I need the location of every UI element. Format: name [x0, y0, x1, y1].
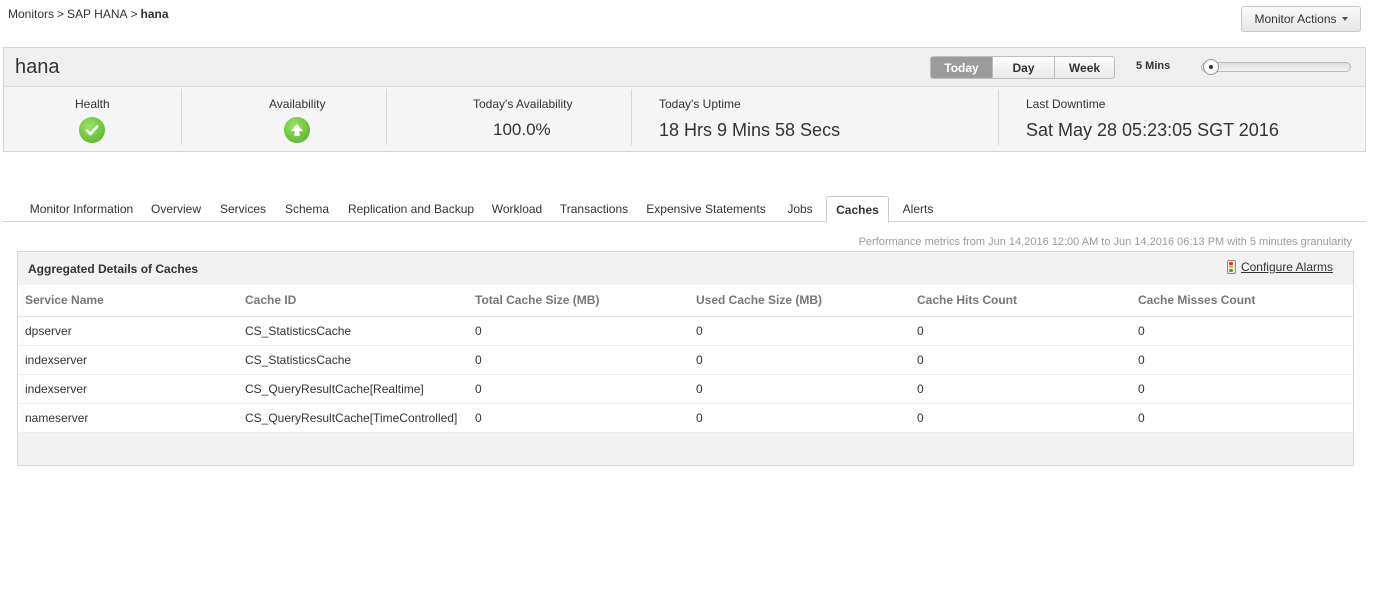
todays-uptime-value: 18 Hrs 9 Mins 58 Secs — [659, 120, 841, 140]
table-cell: 0 — [689, 403, 910, 433]
table-cell: 0 — [689, 345, 910, 375]
tab-services[interactable]: Services — [215, 196, 271, 222]
table-cell: 0 — [468, 316, 689, 346]
table-header-row: Service Name Cache ID Total Cache Size (… — [18, 285, 1353, 317]
granularity-slider[interactable] — [1201, 62, 1351, 72]
table-cell: 0 — [910, 403, 1131, 433]
breadcrumb-monitors-link[interactable]: Monitors — [8, 7, 54, 21]
table-cell: 0 — [689, 316, 910, 346]
table-cell: 0 — [1131, 374, 1353, 404]
last-downtime-value: Sat May 28 05:23:05 SGT 2016 — [1026, 120, 1279, 140]
granularity-slider-handle[interactable] — [1203, 59, 1219, 75]
column-header[interactable]: Cache ID — [238, 285, 468, 317]
column-header[interactable]: Cache Misses Count — [1131, 285, 1353, 317]
arrow-up-icon — [284, 117, 310, 143]
breadcrumb-current: hana — [140, 7, 169, 21]
breadcrumb-separator: > — [57, 7, 65, 21]
table-cell: 0 — [1131, 345, 1353, 375]
table-cell: indexserver — [18, 345, 238, 375]
tab-expensive-statements[interactable]: Expensive Statements — [642, 196, 770, 222]
todays-uptime-stat: Today's Uptime 18 Hrs 9 Mins 58 Secs — [632, 87, 999, 151]
tab-jobs[interactable]: Jobs — [779, 196, 821, 222]
table-cell: 0 — [1131, 316, 1353, 346]
table-cell: nameserver — [18, 403, 238, 433]
monitor-actions-label: Monitor Actions — [1254, 12, 1337, 26]
monitor-header-bar: hana Today Day Week 5 Mins — [4, 48, 1365, 87]
tab-monitor-information[interactable]: Monitor Information — [21, 196, 142, 222]
tab-caches[interactable]: Caches — [826, 196, 889, 223]
caches-table: Service Name Cache ID Total Cache Size (… — [18, 285, 1353, 433]
table-cell: CS_StatisticsCache — [238, 345, 468, 375]
time-range-selector: Today Day Week — [930, 56, 1115, 79]
check-icon — [79, 117, 105, 143]
table-row: indexserver CS_QueryResultCache[Realtime… — [18, 374, 1353, 404]
breadcrumb: Monitors > SAP HANA > hana — [8, 7, 169, 21]
performance-metrics-note: Performance metrics from Jun 14,2016 12:… — [858, 236, 1352, 248]
monitor-actions-button[interactable]: Monitor Actions — [1241, 6, 1361, 32]
range-today-button[interactable]: Today — [931, 57, 992, 78]
range-day-button[interactable]: Day — [992, 57, 1054, 78]
monitor-tabs: Monitor Information Overview Services Sc… — [3, 196, 1366, 223]
configure-alarms-label: Configure Alarms — [1240, 260, 1333, 274]
table-cell: CS_QueryResultCache[TimeControlled] — [238, 403, 468, 433]
table-row: nameserver CS_QueryResultCache[TimeContr… — [18, 403, 1353, 433]
todays-uptime-label: Today's Uptime — [659, 97, 741, 111]
granularity-label: 5 Mins — [1136, 60, 1171, 72]
todays-availability-value: 100.0% — [493, 120, 551, 139]
todays-availability-stat: Today's Availability 100.0% — [387, 87, 632, 151]
tab-replication-and-backup[interactable]: Replication and Backup — [343, 196, 479, 222]
availability-stat: Availability — [182, 87, 387, 151]
table-cell: 0 — [910, 316, 1131, 346]
monitor-stats: Health Availability Today's Availability… — [4, 87, 1365, 151]
column-header[interactable]: Cache Hits Count — [910, 285, 1131, 317]
tab-workload[interactable]: Workload — [487, 196, 547, 222]
monitor-name: hana — [15, 56, 60, 78]
table-row: indexserver CS_StatisticsCache 0 0 0 0 — [18, 345, 1353, 375]
tab-alerts[interactable]: Alerts — [896, 196, 940, 222]
table-cell: dpserver — [18, 316, 238, 346]
health-stat: Health — [4, 87, 182, 151]
table-cell: 0 — [689, 374, 910, 404]
column-header[interactable]: Used Cache Size (MB) — [689, 285, 910, 317]
todays-availability-label: Today's Availability — [473, 97, 573, 111]
table-cell: 0 — [468, 403, 689, 433]
availability-label: Availability — [269, 97, 326, 111]
caches-panel: Aggregated Details of Caches Configure A… — [17, 251, 1354, 466]
last-downtime-stat: Last Downtime Sat May 28 05:23:05 SGT 20… — [999, 87, 1365, 151]
column-header[interactable]: Total Cache Size (MB) — [468, 285, 689, 317]
table-cell: 0 — [468, 374, 689, 404]
column-header[interactable]: Service Name — [18, 285, 238, 317]
tab-transactions[interactable]: Transactions — [556, 196, 632, 222]
tab-overview[interactable]: Overview — [146, 196, 206, 222]
monitor-header-panel: hana Today Day Week 5 Mins Health Availa… — [3, 47, 1366, 152]
table-cell: CS_StatisticsCache — [238, 316, 468, 346]
last-downtime-label: Last Downtime — [1026, 97, 1106, 111]
chevron-down-icon — [1341, 17, 1348, 21]
tab-schema[interactable]: Schema — [280, 196, 334, 222]
breadcrumb-sap-hana-link[interactable]: SAP HANA — [67, 7, 127, 21]
table-cell: indexserver — [18, 374, 238, 404]
table-cell: 0 — [910, 374, 1131, 404]
table-cell: 0 — [1131, 403, 1353, 433]
range-week-button[interactable]: Week — [1054, 57, 1114, 78]
breadcrumb-separator: > — [130, 7, 138, 21]
table-row: dpserver CS_StatisticsCache 0 0 0 0 — [18, 316, 1353, 346]
traffic-light-icon — [1226, 260, 1236, 274]
table-cell: 0 — [468, 345, 689, 375]
panel-title: Aggregated Details of Caches — [28, 262, 199, 276]
health-label: Health — [75, 97, 110, 111]
table-cell: 0 — [910, 345, 1131, 375]
table-cell: CS_QueryResultCache[Realtime] — [238, 374, 468, 404]
configure-alarms-link[interactable]: Configure Alarms — [1226, 260, 1333, 274]
